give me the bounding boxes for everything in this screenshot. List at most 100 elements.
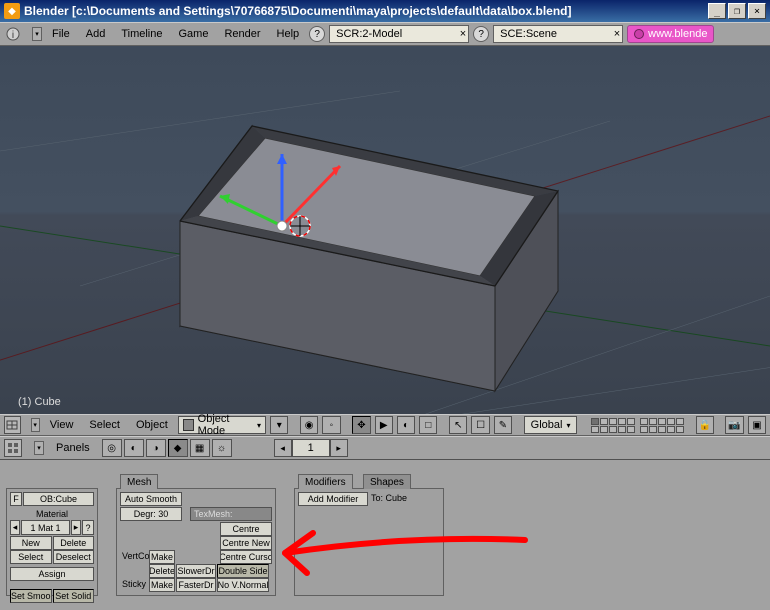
viewport-header: ▾ View Select Object Object Mode ▾ ▾ ◉ ◦… bbox=[0, 414, 770, 436]
paint-button[interactable]: ✎ bbox=[494, 416, 512, 434]
pivot-cursor-button[interactable]: ◦ bbox=[322, 416, 340, 434]
viewport-pulldown[interactable]: ▾ bbox=[31, 418, 40, 432]
vp-menu-object[interactable]: Object bbox=[130, 417, 174, 433]
mat-select-button[interactable]: Select bbox=[10, 550, 52, 564]
context-script[interactable]: ◐ bbox=[124, 439, 144, 457]
mat-delete-button[interactable]: Delete bbox=[53, 536, 95, 550]
website-badge[interactable]: www.blende bbox=[627, 25, 714, 43]
panels-label[interactable]: Panels bbox=[50, 440, 96, 456]
set-solid-button[interactable]: Set Solid bbox=[53, 589, 95, 603]
menu-file[interactable]: File bbox=[46, 26, 76, 42]
manipulator-rotate[interactable]: ◐ bbox=[397, 416, 415, 434]
set-smooth-button[interactable]: Set Smoo bbox=[10, 589, 52, 603]
shapes-tab[interactable]: Shapes bbox=[363, 474, 411, 489]
context-scene[interactable]: ☼ bbox=[212, 439, 232, 457]
fasterdr-button[interactable]: FasterDr bbox=[176, 578, 216, 592]
no-vnormal-button[interactable]: No V.Normal bbox=[217, 578, 269, 592]
vertco-delete-button[interactable]: Delete bbox=[149, 564, 175, 578]
3d-cursor bbox=[290, 216, 310, 236]
buttons-header: ▾ Panels ◎ ◐ ◑ ◆ ▦ ☼ ◂ 1 ▸ bbox=[0, 436, 770, 460]
svg-text:i: i bbox=[12, 30, 14, 41]
minimize-button[interactable]: _ bbox=[708, 3, 726, 19]
centre-button[interactable]: Centre bbox=[220, 522, 272, 536]
mesh-panel-tab[interactable]: Mesh bbox=[120, 474, 158, 489]
add-modifier-button[interactable]: Add Modifier bbox=[298, 492, 368, 506]
window-type-pulldown[interactable]: ▾ bbox=[32, 27, 42, 41]
link-materials-panel: F OB:Cube Material ◂ 1 Mat 1 ▸ ? New Del… bbox=[6, 488, 98, 596]
mat-new-button[interactable]: New bbox=[10, 536, 52, 550]
help-icon[interactable]: ? bbox=[309, 26, 325, 42]
mat-next-button[interactable]: ▸ bbox=[71, 520, 81, 535]
screen-close-icon[interactable]: × bbox=[460, 28, 466, 40]
cube-mesh bbox=[180, 126, 558, 391]
object-name-field[interactable]: OB:Cube bbox=[23, 492, 94, 506]
panel-nav-next[interactable]: ▸ bbox=[330, 439, 348, 457]
panel-nav-prev[interactable]: ◂ bbox=[274, 439, 292, 457]
mode-selector[interactable]: Object Mode ▾ bbox=[178, 416, 266, 434]
fake-user-button[interactable]: F bbox=[10, 492, 22, 506]
mat-deselect-button[interactable]: Deselect bbox=[53, 550, 95, 564]
screen-selector[interactable]: SCR:2-Model × bbox=[329, 25, 469, 43]
vp-menu-view[interactable]: View bbox=[44, 417, 80, 433]
double-sided-button[interactable]: Double Side bbox=[217, 564, 269, 578]
viewport-object-label: (1) Cube bbox=[18, 396, 61, 408]
vertco-label: VertCo bbox=[120, 550, 148, 564]
buttons-editor-icon[interactable] bbox=[4, 439, 22, 457]
3dview-editor-icon[interactable] bbox=[4, 416, 21, 434]
manipulator-toggle[interactable]: ✥ bbox=[352, 416, 370, 434]
material-index-field[interactable]: 1 Mat 1 bbox=[21, 520, 70, 535]
buttons-pulldown[interactable]: ▾ bbox=[34, 441, 44, 455]
window-title: Blender [c:\Documents and Settings\70766… bbox=[24, 4, 708, 18]
material-label: Material bbox=[10, 508, 94, 520]
menu-add[interactable]: Add bbox=[80, 26, 112, 42]
sticky-label: Sticky bbox=[120, 578, 148, 592]
context-edit[interactable]: ▦ bbox=[190, 439, 210, 457]
manipulator-move[interactable]: ▶ bbox=[375, 416, 393, 434]
orientation-selector[interactable]: Global ▾ bbox=[524, 416, 578, 434]
lock-layers-button[interactable]: 🔒 bbox=[696, 416, 714, 434]
screen-browse-icon[interactable]: ? bbox=[473, 26, 489, 42]
menu-timeline[interactable]: Timeline bbox=[115, 26, 168, 42]
layer-buttons[interactable] bbox=[591, 418, 684, 433]
render-button[interactable]: 📷 bbox=[725, 416, 743, 434]
modifiers-tab[interactable]: Modifiers bbox=[298, 474, 353, 489]
scene-close-icon[interactable]: × bbox=[614, 28, 620, 40]
3d-viewport[interactable]: (1) Cube bbox=[0, 46, 770, 414]
main-menubar: i ▾ File Add Timeline Game Render Help ?… bbox=[0, 22, 770, 46]
mesh-panel: Mesh Auto Smooth Degr: 30 TexMesh: Centr… bbox=[116, 488, 276, 596]
buttons-window: F OB:Cube Material ◂ 1 Mat 1 ▸ ? New Del… bbox=[0, 460, 770, 610]
menu-help[interactable]: Help bbox=[271, 26, 306, 42]
context-logic[interactable]: ◎ bbox=[102, 439, 122, 457]
vp-menu-select[interactable]: Select bbox=[83, 417, 126, 433]
cursor-button[interactable]: ↖ bbox=[449, 416, 467, 434]
centre-new-button[interactable]: Centre New bbox=[220, 536, 272, 550]
manipulator-scale[interactable]: □ bbox=[419, 416, 437, 434]
badge-dot-icon bbox=[634, 29, 644, 39]
vertco-make-button[interactable]: Make bbox=[149, 550, 175, 564]
modifier-to-label: To: Cube bbox=[369, 492, 409, 506]
centre-cursor-button[interactable]: Centre Curso bbox=[220, 550, 272, 564]
mat-help-button[interactable]: ? bbox=[82, 520, 94, 535]
draw-type-button[interactable]: ▾ bbox=[270, 416, 288, 434]
window-titlebar: ◆ Blender [c:\Documents and Settings\707… bbox=[0, 0, 770, 22]
menu-render[interactable]: Render bbox=[218, 26, 266, 42]
render-anim-button[interactable]: ▣ bbox=[748, 416, 766, 434]
object-mode-icon bbox=[183, 419, 194, 431]
select-mode-button[interactable]: ☐ bbox=[471, 416, 489, 434]
scene-name: SCE:Scene bbox=[500, 28, 557, 40]
auto-smooth-button[interactable]: Auto Smooth bbox=[120, 492, 182, 506]
restore-button[interactable]: ❐ bbox=[728, 3, 746, 19]
texmesh-field[interactable]: TexMesh: bbox=[190, 507, 272, 521]
context-shading[interactable]: ◑ bbox=[146, 439, 166, 457]
close-button[interactable]: × bbox=[748, 3, 766, 19]
mat-assign-button[interactable]: Assign bbox=[10, 567, 94, 581]
slowerdr-button[interactable]: SlowerDr bbox=[176, 564, 216, 578]
mat-prev-button[interactable]: ◂ bbox=[10, 520, 20, 535]
context-object[interactable]: ◆ bbox=[168, 439, 188, 457]
scene-selector[interactable]: SCE:Scene × bbox=[493, 25, 623, 43]
menu-game[interactable]: Game bbox=[172, 26, 214, 42]
info-window-icon[interactable]: i bbox=[4, 25, 22, 43]
pivot-bbox-button[interactable]: ◉ bbox=[300, 416, 318, 434]
sticky-make-button[interactable]: Make bbox=[149, 578, 175, 592]
screen-name: SCR:2-Model bbox=[336, 28, 402, 40]
